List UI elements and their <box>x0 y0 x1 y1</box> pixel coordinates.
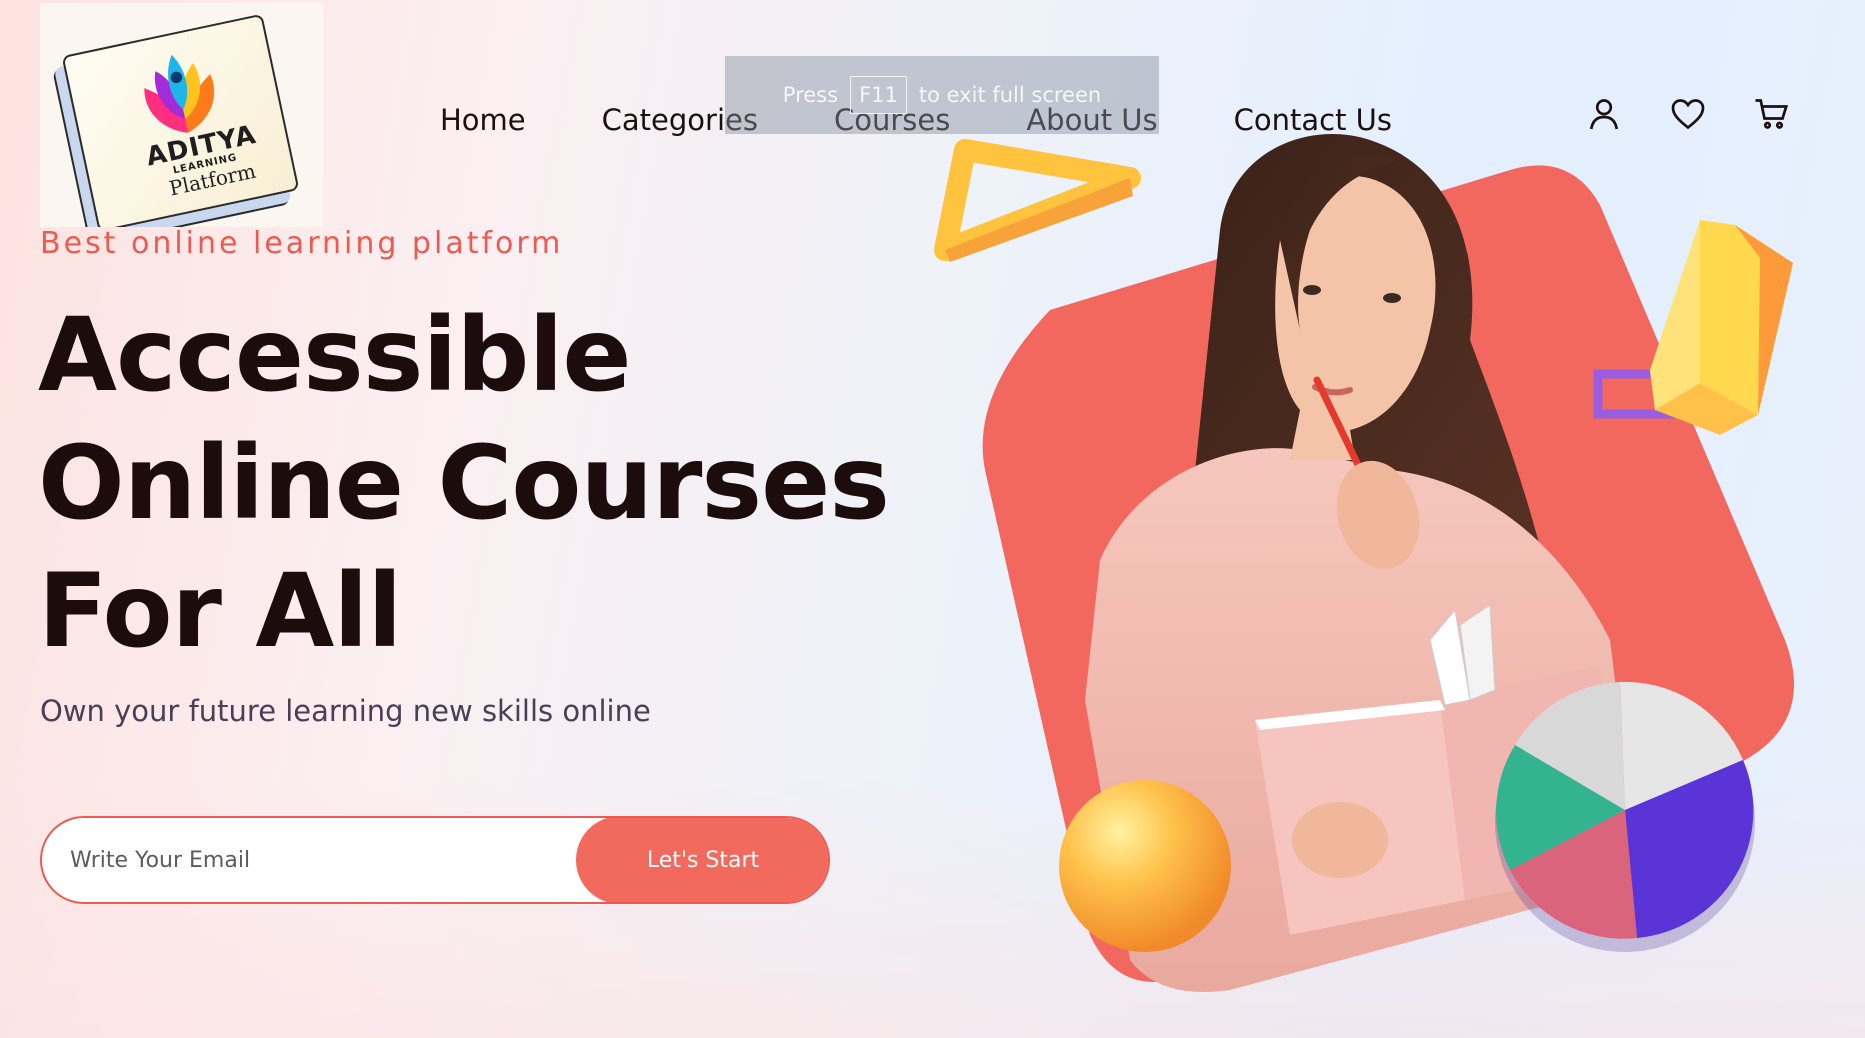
nav-home[interactable]: Home <box>440 103 526 137</box>
coral-backdrop-shape <box>982 165 1794 982</box>
nav-icon-group <box>1586 96 1790 132</box>
woman-sweater <box>1085 448 1640 992</box>
hero-headline-line-2: Online Courses <box>38 424 890 543</box>
fullscreen-notice: Press F11 to exit full screen <box>725 56 1159 134</box>
yellow-triangle-shape <box>934 139 1141 262</box>
orange-sphere <box>1059 780 1231 952</box>
fullscreen-notice-key: F11 <box>850 76 907 114</box>
woman-face <box>1275 175 1436 460</box>
hero-headline-line-1: Accessible <box>38 296 632 415</box>
site-logo[interactable]: ADITYA LEARNING Platform <box>40 3 323 227</box>
email-signup-form: Let's Start <box>40 816 830 904</box>
user-icon[interactable] <box>1586 96 1622 132</box>
hero-headline: Accessible Online Courses For All <box>38 292 918 676</box>
hero-tagline: Best online learning platform <box>40 226 564 261</box>
lets-start-button[interactable]: Let's Start <box>576 818 828 902</box>
fullscreen-notice-press: Press <box>782 83 839 107</box>
cart-icon[interactable] <box>1754 96 1790 132</box>
yellow-block-shape <box>1650 220 1793 435</box>
pencil <box>1313 376 1379 504</box>
nav-contact-us[interactable]: Contact Us <box>1234 103 1392 137</box>
email-input[interactable] <box>42 818 602 902</box>
pie-decoration <box>1495 681 1755 952</box>
notebook <box>1255 604 1620 935</box>
purple-outline-shape <box>1593 369 1681 419</box>
logo-book: ADITYA LEARNING Platform <box>61 13 300 227</box>
fullscreen-notice-message: to exit full screen <box>918 83 1102 107</box>
hero-subtitle: Own your future learning new skills onli… <box>40 694 651 728</box>
heart-icon[interactable] <box>1670 96 1706 132</box>
hero-headline-line-3: For All <box>38 552 402 671</box>
woman-hair <box>1190 134 1560 640</box>
